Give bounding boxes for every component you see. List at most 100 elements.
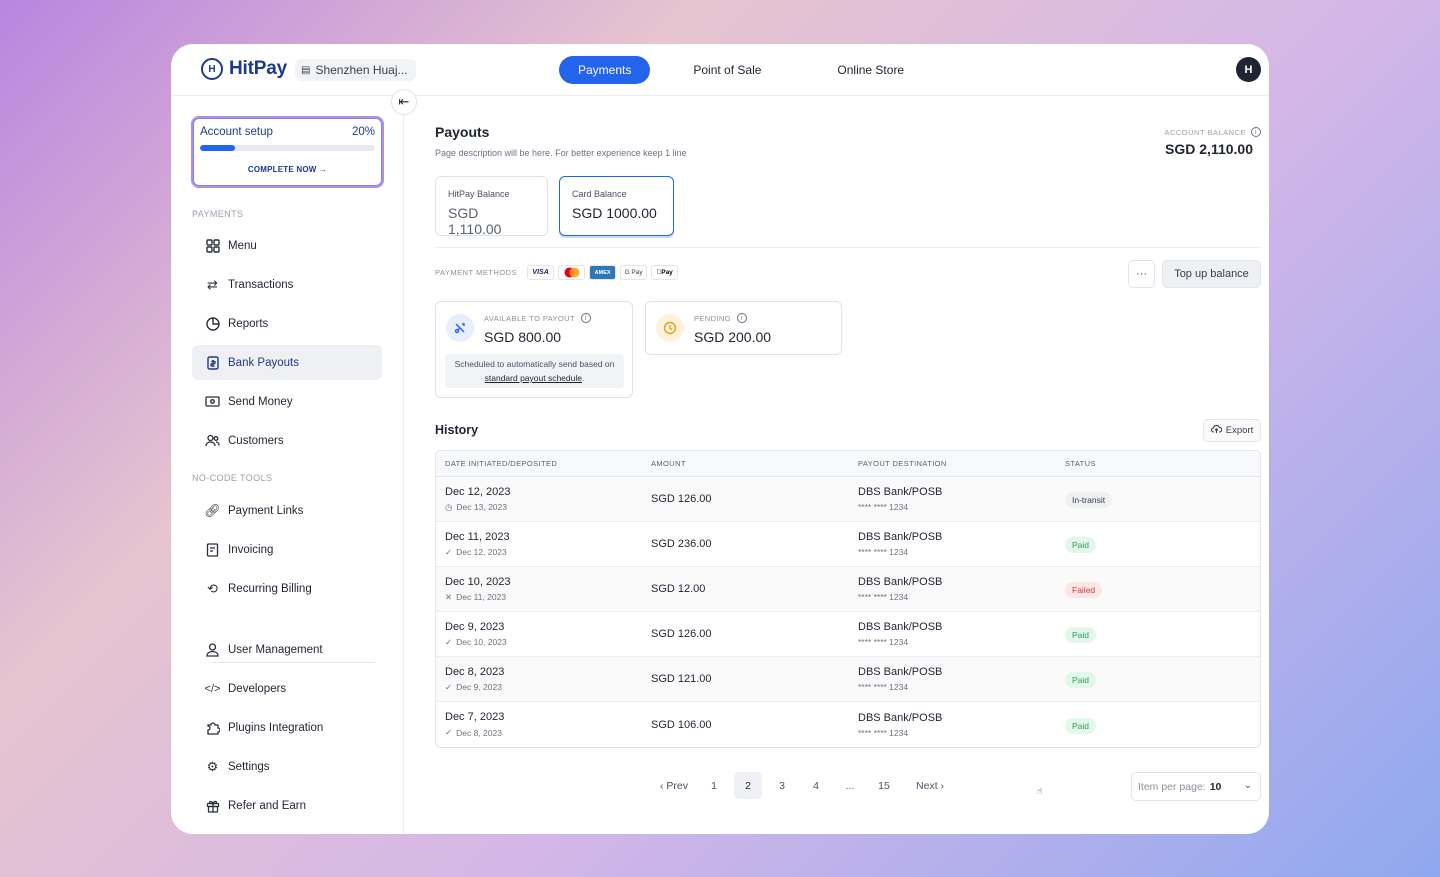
date-deposited-text: Dec 9, 2023 bbox=[456, 682, 502, 692]
date-initiated: Dec 7, 2023 bbox=[445, 711, 505, 723]
info-icon[interactable]: i bbox=[736, 313, 747, 323]
history-title: History bbox=[435, 423, 479, 437]
per-page-label: Item per page: bbox=[1138, 780, 1206, 793]
date-deposited: ✓ Dec 12, 2023 bbox=[445, 547, 642, 558]
app-window: H HitPay ▤ Shenzhen Huaj... Payments Poi… bbox=[171, 44, 1269, 834]
date-deposited: ◷ Dec 13, 2023 bbox=[445, 502, 642, 513]
tab-payments[interactable]: Payments bbox=[559, 56, 651, 84]
bank-name: DBS Bank/POSB bbox=[858, 621, 943, 633]
standard-payout-schedule-link[interactable]: standard payout schedule bbox=[485, 373, 582, 383]
sidebar-item-transactions[interactable]: ⇄ Transactions bbox=[192, 267, 382, 302]
date-deposited: ✕ Dec 11, 2023 bbox=[445, 592, 642, 603]
arrow-left-bar-icon: ⇤ bbox=[398, 94, 410, 109]
table-row[interactable]: Dec 8, 2023 ✓ Dec 9, 2023 SGD 121.00 DBS Ban… bbox=[436, 657, 1260, 702]
user-avatar[interactable]: H bbox=[1236, 57, 1261, 82]
sidebar-item-refer-and-earn[interactable]: Refer and Earn bbox=[192, 788, 382, 823]
payments-section-label: PAYMENTS bbox=[192, 209, 244, 219]
clock-icon bbox=[656, 314, 684, 342]
amount-cell: SGD 121.00 bbox=[651, 673, 712, 685]
table-body: Dec 12, 2023 ◷ Dec 13, 2023 SGD 126.00 DBS B… bbox=[436, 477, 1260, 747]
users-icon bbox=[205, 433, 220, 448]
account-number: **** **** 1234 bbox=[858, 682, 909, 692]
sidebar-item-recurring-billing[interactable]: ⟲ Recurring Billing bbox=[192, 571, 382, 606]
tab-online-store[interactable]: Online Store bbox=[818, 56, 923, 84]
status-cell: Failed bbox=[1056, 580, 1260, 598]
page-2-button[interactable]: 2 bbox=[734, 772, 763, 799]
account-setup-card[interactable]: Account setup 20% COMPLETE NOW → bbox=[191, 116, 384, 188]
prev-page-button[interactable]: ‹ Prev bbox=[660, 772, 688, 799]
sidebar-item-send-money[interactable]: Send Money bbox=[192, 384, 382, 419]
date-deposited-text: Dec 8, 2023 bbox=[456, 727, 502, 738]
info-icon[interactable]: i bbox=[1251, 127, 1261, 137]
table-row[interactable]: Dec 9, 2023 ✓ Dec 10, 2023 SGD 126.00 DBS Ba… bbox=[436, 612, 1260, 657]
column-header-date[interactable]: DATE INITIATED/DEPOSITED bbox=[436, 459, 642, 468]
hitpay-balance-card[interactable]: HitPay Balance SGD 1,110.00 bbox=[435, 176, 548, 237]
page-1-button[interactable]: 1 bbox=[700, 772, 728, 799]
page-4-button[interactable]: 4 bbox=[802, 772, 830, 799]
destination-cell: DBS Bank/POSB **** **** 1234 bbox=[849, 486, 1056, 512]
table-row[interactable]: Dec 7, 2023 ✓ Dec 8, 2023 SGD 106.00 DBS Ban… bbox=[436, 702, 1260, 747]
page-3-button[interactable]: 3 bbox=[768, 772, 796, 799]
complete-now-link[interactable]: COMPLETE NOW → bbox=[200, 165, 375, 174]
sidebar-item-label: Plugins Integration bbox=[228, 721, 324, 734]
sidebar-item-developers[interactable]: </> Developers bbox=[192, 671, 382, 706]
date-initiated: Dec 8, 2023 bbox=[445, 665, 505, 678]
sidebar-item-plugins-integration[interactable]: Plugins Integration bbox=[192, 710, 382, 745]
column-header-status[interactable]: STATUS bbox=[1056, 459, 1260, 468]
status-badge: In-transit bbox=[1065, 492, 1113, 508]
more-options-button[interactable]: ··· bbox=[1128, 260, 1155, 288]
items-per-page-select[interactable]: Item per page: 10 ⌄ bbox=[1131, 772, 1261, 801]
top-up-balance-button[interactable]: Top up balance bbox=[1162, 260, 1261, 288]
link-icon: 🔗︎ bbox=[204, 502, 221, 518]
info-icon[interactable]: i bbox=[580, 313, 591, 323]
collapse-sidebar-button[interactable]: ⇤ bbox=[391, 89, 417, 115]
balance-label: Card Balance bbox=[572, 189, 627, 199]
page-15-button[interactable]: 15 bbox=[870, 772, 898, 799]
table-row[interactable]: Dec 10, 2023 ✕ Dec 11, 2023 SGD 12.00 DBS Ba… bbox=[436, 567, 1260, 612]
sidebar-item-label: Developers bbox=[228, 682, 287, 695]
sidebar-item-invoicing[interactable]: Invoicing bbox=[192, 532, 382, 567]
status-badge: Failed bbox=[1065, 582, 1103, 598]
chevron-down-icon: ⌄ bbox=[1243, 780, 1252, 791]
bank-name: DBS Bank/POSB bbox=[858, 576, 943, 588]
date-deposited-text: Dec 11, 2023 bbox=[456, 592, 507, 602]
check-icon: ✓ bbox=[445, 636, 453, 647]
table-header: DATE INITIATED/DEPOSITED AMOUNT PAYOUT D… bbox=[436, 451, 1260, 477]
destination-cell: DBS Bank/POSB **** **** 1234 bbox=[849, 531, 1056, 557]
balance-value: SGD 1,110.00 bbox=[448, 205, 502, 237]
card-balance-card[interactable]: Card Balance SGD 1000.00 bbox=[559, 176, 674, 236]
sidebar-item-reports[interactable]: Reports bbox=[192, 306, 382, 341]
account-number: **** **** 1234 bbox=[858, 502, 909, 512]
sidebar-item-menu[interactable]: Menu bbox=[192, 228, 382, 263]
shop-selector[interactable]: ▤ Shenzhen Huaj... bbox=[295, 59, 416, 81]
export-label: Export bbox=[1225, 425, 1254, 436]
sidebar-item-label: User Management bbox=[228, 643, 323, 656]
sidebar-item-payment-links[interactable]: 🔗︎ Payment Links bbox=[192, 493, 382, 528]
logo-mark-icon: H bbox=[201, 58, 223, 80]
sidebar-item-settings[interactable]: ⚙︎ Settings bbox=[192, 749, 382, 784]
sidebar-item-bank-payouts[interactable]: Bank Payouts bbox=[192, 345, 382, 380]
sidebar-item-label: Menu bbox=[228, 239, 257, 252]
hitpay-logo[interactable]: H HitPay bbox=[201, 58, 287, 80]
page-description: Page description will be here. For bette… bbox=[435, 148, 687, 158]
next-page-button[interactable]: Next › bbox=[916, 772, 944, 799]
column-header-destination[interactable]: PAYOUT DESTINATION bbox=[849, 459, 1056, 468]
sidebar-item-customers[interactable]: Customers bbox=[192, 423, 382, 458]
status-cell: Paid bbox=[1056, 535, 1260, 553]
sidebar-item-user-management[interactable]: User Management bbox=[192, 632, 382, 667]
tab-point-of-sale[interactable]: Point of Sale bbox=[674, 56, 780, 84]
apple-pay-icon: Pay bbox=[651, 265, 679, 280]
table-row[interactable]: Dec 12, 2023 ◷ Dec 13, 2023 SGD 126.00 DBS B… bbox=[436, 477, 1260, 522]
column-header-amount[interactable]: AMOUNT bbox=[642, 459, 849, 468]
amount-cell: SGD 236.00 bbox=[651, 538, 712, 550]
money-icon bbox=[205, 394, 220, 409]
destination-cell: DBS Bank/POSB **** **** 1234 bbox=[849, 712, 1056, 738]
export-button[interactable]: Export bbox=[1203, 419, 1261, 442]
table-row[interactable]: Dec 11, 2023 ✓ Dec 12, 2023 SGD 236.00 DBS B… bbox=[436, 522, 1260, 567]
pending-label: PENDING i bbox=[694, 313, 747, 323]
page-title: Payouts bbox=[435, 124, 490, 140]
sidebar-item-label: Settings bbox=[228, 760, 270, 773]
brand-name: HitPay bbox=[229, 58, 287, 79]
invoice-icon bbox=[205, 542, 220, 557]
date-initiated: Dec 9, 2023 bbox=[445, 620, 505, 633]
